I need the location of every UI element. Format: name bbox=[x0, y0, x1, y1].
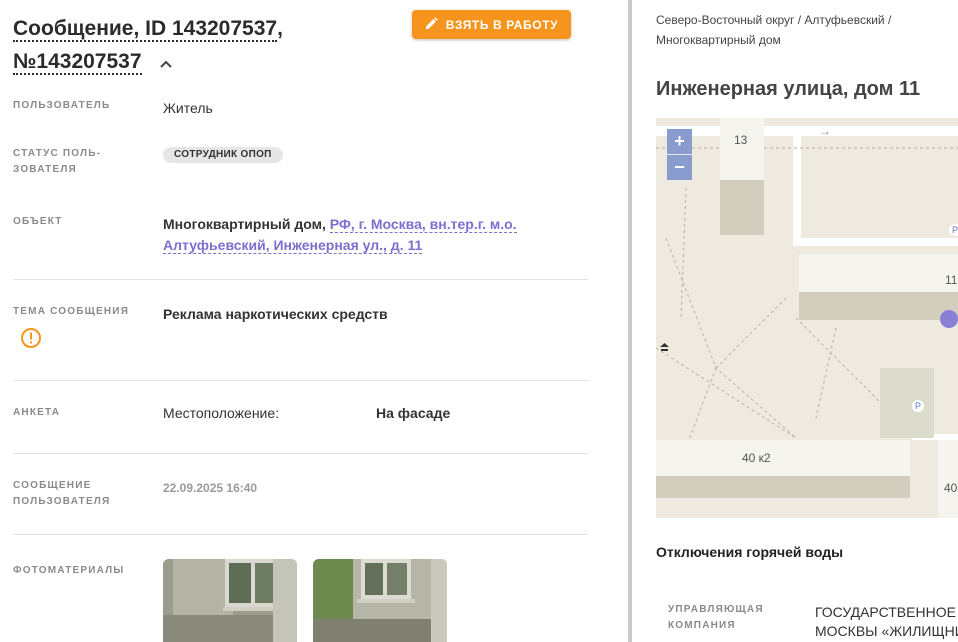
object-address-link-1[interactable]: РФ, г. Москва, вн.тер.г. м.о. bbox=[329, 216, 517, 233]
hot-water-outage-title: Отключения горячей воды bbox=[656, 544, 844, 560]
photo-thumbnail[interactable] bbox=[313, 559, 447, 642]
survey-key: Местоположение: bbox=[163, 405, 280, 421]
object-address-link-2[interactable]: Алтуфьевский, Инженерная ул., д. 11 bbox=[163, 237, 423, 254]
user-message-label-line-2: ПОЛЬЗОВАТЕЛЯ bbox=[13, 496, 111, 507]
user-label: ПОЛЬЗОВАТЕЛЬ bbox=[13, 100, 111, 111]
management-company-value-line-1: ГОСУДАРСТВЕННОЕ Б bbox=[815, 604, 958, 620]
topic-value: Реклама наркотических средств bbox=[163, 306, 388, 322]
survey-value: На фасаде bbox=[376, 405, 451, 421]
map-direction-arrow: → bbox=[819, 124, 831, 138]
status-label-line-1: СТАТУС ПОЛЬ- bbox=[13, 148, 102, 159]
map-label-building-40k2: 40 к2 bbox=[742, 451, 771, 465]
survey-label: АНКЕТА bbox=[13, 407, 61, 418]
zoom-in-button[interactable]: + bbox=[667, 129, 692, 154]
photo-thumbnail[interactable] bbox=[163, 559, 297, 642]
parking-icon: P bbox=[912, 400, 924, 412]
management-company-label-line-2: КОМПАНИЯ bbox=[668, 620, 736, 631]
status-label-line-2: ЗОВАТЕЛЯ bbox=[13, 164, 77, 175]
object-type: Многоквартирный дом, bbox=[163, 216, 330, 232]
map-label-building-13: 13 bbox=[734, 133, 748, 147]
management-company-label: УПРАВЛЯЮЩАЯ КОМПАНИЯ bbox=[668, 602, 788, 634]
management-company-label-line-1: УПРАВЛЯЮЩАЯ bbox=[668, 604, 764, 615]
topic-label: ТЕМА СООБЩЕНИЯ bbox=[13, 306, 130, 317]
object-label: ОБЪЕКТ bbox=[13, 216, 63, 227]
pencil-icon bbox=[425, 16, 438, 33]
user-message-label-line-1: СООБЩЕНИЕ bbox=[13, 480, 92, 491]
take-to-work-label: ВЗЯТЬ В РАБОТУ bbox=[445, 17, 559, 32]
message-date: 22.09.2025 16:40 bbox=[163, 481, 258, 495]
object-info-panel: Северо-Восточный округ / Алтуфьевский / … bbox=[632, 0, 958, 642]
divider bbox=[13, 380, 588, 381]
map-label-building-40: 40 bbox=[944, 481, 958, 495]
location-marker-icon[interactable] bbox=[940, 310, 958, 328]
breadcrumb: Северо-Восточный округ / Алтуфьевский / … bbox=[656, 10, 956, 50]
title-comma: , bbox=[277, 17, 283, 40]
user-value: Житель bbox=[163, 100, 213, 116]
photos-label: ФОТОМАТЕРИАЛЫ bbox=[13, 565, 125, 576]
minus-icon: − bbox=[674, 157, 685, 177]
page-title: Сообщение, ID 143207537, №143207537 bbox=[13, 12, 393, 79]
zoom-out-button[interactable]: − bbox=[667, 155, 692, 180]
message-details-panel: Сообщение, ID 143207537, №143207537 ВЗЯТ… bbox=[0, 0, 628, 642]
object-address-title: Инженерная улица, дом 11 bbox=[656, 78, 921, 100]
warning-icon bbox=[20, 327, 42, 354]
divider bbox=[13, 453, 588, 454]
management-company-value-line-2: МОСКВЫ «ЖИЛИЩНИ bbox=[815, 623, 958, 639]
plus-icon: + bbox=[674, 131, 685, 151]
breadcrumb-line-2[interactable]: Многоквартирный дом bbox=[656, 33, 781, 47]
title-line-2: №143207537 bbox=[13, 50, 142, 75]
divider bbox=[13, 279, 588, 280]
object-value: Многоквартирный дом, РФ, г. Москва, вн.т… bbox=[163, 214, 543, 256]
management-company-value: ГОСУДАРСТВЕННОЕ Б МОСКВЫ «ЖИЛИЩНИ bbox=[815, 603, 958, 641]
title-line-1: Сообщение, ID 143207537 bbox=[13, 17, 278, 42]
map-label-building-11: 11 bbox=[945, 273, 958, 287]
playground-icon bbox=[659, 340, 670, 358]
take-to-work-button[interactable]: ВЗЯТЬ В РАБОТУ bbox=[412, 10, 571, 39]
divider bbox=[13, 534, 588, 535]
chevron-up-icon[interactable] bbox=[159, 46, 173, 79]
parking-icon: P bbox=[949, 224, 958, 236]
status-badge: СОТРУДНИК ОПОП bbox=[163, 147, 283, 163]
map[interactable]: + − 13 → 11 40 к2 40 P P bbox=[656, 118, 958, 518]
breadcrumb-line-1[interactable]: Северо-Восточный округ / Алтуфьевский / bbox=[656, 13, 891, 27]
